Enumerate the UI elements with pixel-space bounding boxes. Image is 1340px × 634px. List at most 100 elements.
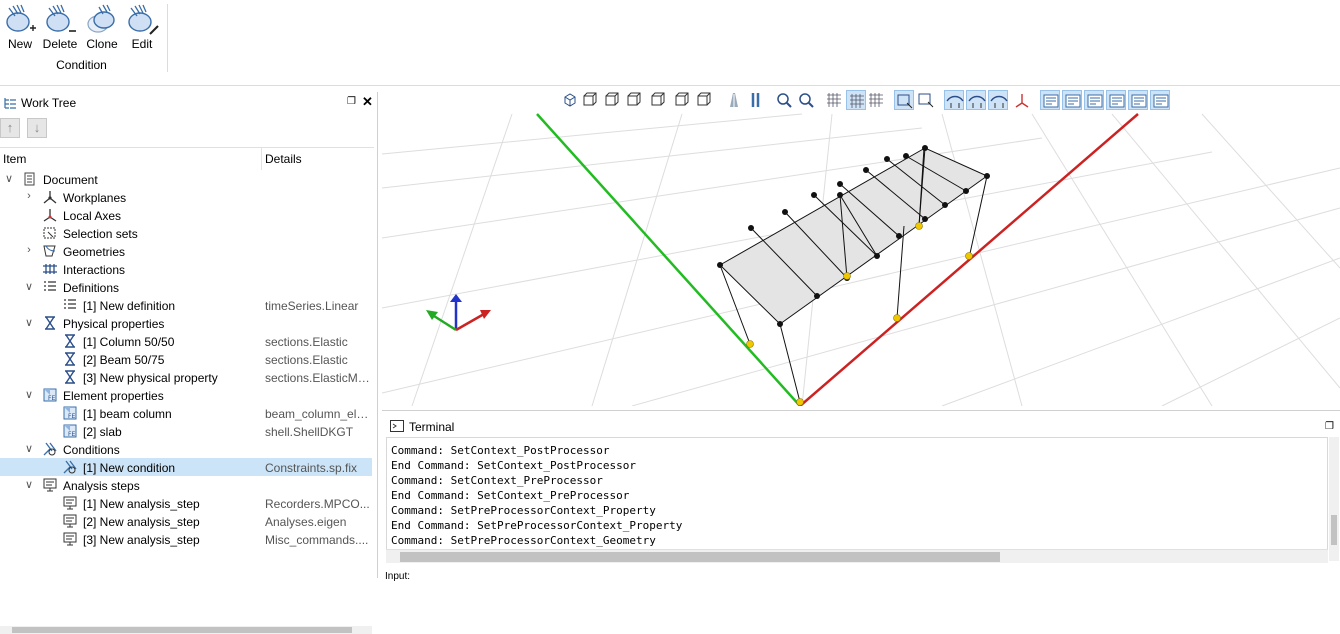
- collapse-chevron-icon[interactable]: ∨: [24, 478, 34, 491]
- tree-row-label: [1] New condition: [83, 461, 176, 475]
- tree-row-details: Analyses.eigen: [265, 515, 347, 529]
- ribbon: New Delete Clone Edit Condition: [0, 0, 1340, 86]
- tree-row[interactable]: [1] New condition Constraints.sp.fix: [0, 458, 372, 476]
- tree-row[interactable]: ∨ FE Element properties: [0, 386, 372, 404]
- tree-row-label: Local Axes: [63, 209, 122, 223]
- analysis-step-item-icon: [63, 532, 77, 546]
- tree-row[interactable]: [1] New analysis_step Recorders.MPCO...: [0, 494, 372, 512]
- tree-row-label: Interactions: [63, 263, 126, 277]
- collapse-chevron-icon[interactable]: ∨: [24, 280, 34, 293]
- delete-button-label: Delete: [42, 37, 78, 51]
- tree-view: Item Details ∨ Document › Workplanes Local A…: [0, 147, 374, 634]
- move-down-button[interactable]: ↓: [27, 118, 47, 138]
- tree-row[interactable]: [2] New analysis_step Analyses.eigen: [0, 512, 372, 530]
- collapse-chevron-icon[interactable]: ∨: [24, 388, 34, 401]
- terminal-icon: [390, 420, 404, 432]
- tree-row[interactable]: ∨ Physical properties: [0, 314, 372, 332]
- terminal-line: Command: SetContext_PreProcessor: [391, 474, 603, 487]
- tree-row-label: Workplanes: [63, 191, 127, 205]
- new-button-label: New: [7, 37, 32, 51]
- column-header-details[interactable]: Details: [265, 152, 302, 166]
- physical-property-item-icon: [65, 334, 75, 348]
- tree-row[interactable]: [3] New analysis_step Misc_commands....: [0, 530, 372, 548]
- document-icon: [24, 172, 35, 186]
- condition-edit-icon: [128, 4, 159, 35]
- condition-new-icon: [6, 4, 36, 32]
- tree-row-label: [2] Beam 50/75: [83, 353, 165, 367]
- workplanes-icon: [43, 191, 57, 204]
- svg-text:FE: FE: [68, 431, 75, 438]
- tree-row[interactable]: › Geometries: [0, 242, 372, 260]
- scrollbar-thumb[interactable]: [1331, 515, 1337, 545]
- physical-property-item-icon: [65, 370, 75, 384]
- definition-item-icon: [64, 299, 76, 309]
- expand-chevron-icon[interactable]: ›: [24, 190, 34, 202]
- tree-row-details: sections.Elastic: [265, 335, 348, 349]
- terminal-horizontal-scrollbar[interactable]: [386, 549, 1328, 563]
- tree-row-label: [3] New physical property: [83, 371, 218, 385]
- analysis-steps-icon: [43, 478, 57, 492]
- tree-row[interactable]: ∨ Conditions: [0, 440, 372, 458]
- terminal-line: End Command: SetContext_PreProcessor: [391, 489, 630, 502]
- edit-condition-button[interactable]: Edit: [122, 2, 162, 54]
- terminal-float-icon[interactable]: ❐: [1325, 421, 1334, 432]
- collapse-chevron-icon[interactable]: ∨: [24, 316, 34, 329]
- tree-row[interactable]: FE [2] slab shell.ShellDKGT: [0, 422, 372, 440]
- close-panel-icon[interactable]: ✕: [362, 94, 373, 110]
- tree-row[interactable]: [1] Column 50/50 sections.Elastic: [0, 332, 372, 350]
- viewport-canvas[interactable]: [382, 88, 1340, 406]
- tree-row-label: [2] New analysis_step: [83, 515, 200, 529]
- edit-button-label: Edit: [131, 37, 153, 51]
- work-tree-panel: Work Tree ❐ ✕ ↑ ↓ Item Details ∨ Document…: [0, 92, 378, 634]
- tree-row[interactable]: [1] New definition timeSeries.Linear: [0, 296, 372, 314]
- tree-row[interactable]: ∨ Definitions: [0, 278, 372, 296]
- terminal-line: Command: SetContext_PostProcessor: [391, 444, 610, 457]
- tree-row[interactable]: › Workplanes: [0, 188, 372, 206]
- work-tree-title: Work Tree: [21, 96, 77, 110]
- condition-delete-icon: [46, 4, 76, 32]
- clone-condition-button[interactable]: Clone: [82, 2, 122, 54]
- element-property-item-icon: FE: [63, 406, 77, 420]
- tree-row-label: [1] beam column: [83, 407, 172, 421]
- scrollbar-thumb[interactable]: [400, 552, 1000, 562]
- tree-row[interactable]: Local Axes: [0, 206, 372, 224]
- tree-row[interactable]: [2] Beam 50/75 sections.Elastic: [0, 350, 372, 368]
- move-up-button[interactable]: ↑: [0, 118, 20, 138]
- 3d-viewport[interactable]: [382, 88, 1340, 406]
- tree-row[interactable]: ∨ Analysis steps: [0, 476, 372, 494]
- terminal-output[interactable]: Command: SetContext_PostProcessor End Com…: [386, 437, 1328, 561]
- terminal-line: End Command: SetPreProcessorContext_Prop…: [391, 519, 683, 532]
- expand-chevron-icon[interactable]: ›: [24, 244, 34, 256]
- collapse-chevron-icon[interactable]: ∨: [24, 442, 34, 455]
- tree-row[interactable]: [3] New physical property sections.Elasti…: [0, 368, 372, 386]
- new-condition-button[interactable]: New: [0, 2, 40, 54]
- terminal-vertical-scrollbar[interactable]: [1329, 437, 1339, 561]
- ribbon-separator: [167, 4, 168, 72]
- tree-row-label: Document: [43, 173, 98, 187]
- tree-row-label: Geometries: [63, 245, 126, 259]
- column-separator[interactable]: [261, 148, 262, 170]
- terminal-line: End Command: SetContext_PostProcessor: [391, 459, 637, 472]
- tree-row[interactable]: ∨ Document: [0, 170, 372, 188]
- delete-condition-button[interactable]: Delete: [40, 2, 80, 54]
- collapse-chevron-icon[interactable]: ∨: [4, 172, 14, 185]
- tree-row[interactable]: Interactions: [0, 260, 372, 278]
- svg-text:FE: FE: [68, 413, 75, 420]
- column-header-item[interactable]: Item: [3, 152, 26, 166]
- svg-text:FE: FE: [48, 395, 55, 402]
- float-panel-icon[interactable]: ❐: [347, 96, 356, 107]
- terminal-input-label: Input:: [385, 571, 411, 582]
- physical-property-item-icon: [65, 352, 75, 366]
- tree-row-details: sections.Elastic: [265, 353, 348, 367]
- tree-row-label: [1] Column 50/50: [83, 335, 175, 349]
- horizontal-scrollbar[interactable]: [0, 626, 372, 634]
- tree-row[interactable]: FE [1] beam column beam_column_ele...: [0, 404, 372, 422]
- conditions-icon: [43, 442, 57, 456]
- terminal-title: Terminal: [409, 420, 455, 434]
- condition-clone-icon: [87, 4, 115, 33]
- tree-row[interactable]: Selection sets: [0, 224, 372, 242]
- tree-row-label: [1] New definition: [83, 299, 176, 313]
- work-tree-icon: [4, 98, 16, 109]
- scrollbar-thumb[interactable]: [12, 627, 352, 633]
- slab-surface: [719, 147, 988, 403]
